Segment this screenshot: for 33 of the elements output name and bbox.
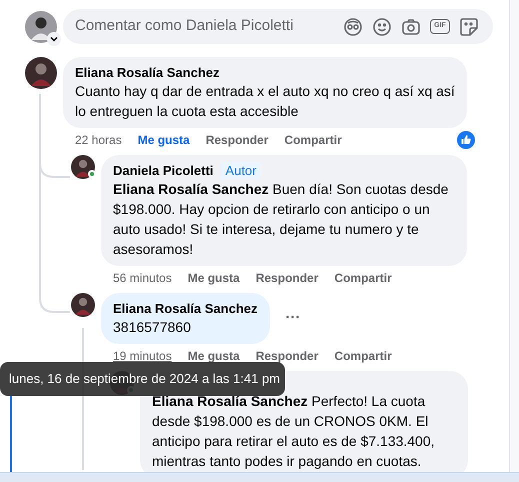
like-button[interactable]: Me gusta — [188, 347, 240, 365]
avatar-icon[interactable] — [25, 10, 57, 42]
emoji-icon[interactable] — [372, 16, 392, 36]
author-link[interactable]: Eliana Rosalía Sanchez — [75, 64, 220, 81]
author-link[interactable]: Daniela Picoletti — [113, 162, 214, 179]
comment-text: 3816577860 — [113, 318, 192, 337]
avatar-icon[interactable] — [71, 155, 95, 179]
comment-text: Eliana Rosalía Sanchez Perfecto! La cuota desde $198.000 es de un CRONOS 0KM. El anticipo para retirar el auto es de $7.133.400, mientras tanto podes ir pagando en cuotas. — [152, 392, 436, 471]
avatar-sticker-icon[interactable] — [343, 16, 363, 36]
more-options-button[interactable]: ··· — [286, 307, 301, 330]
like-button[interactable]: Me gusta — [138, 131, 190, 149]
timestamp-link[interactable]: 19 minutos — [113, 347, 172, 365]
chevron-down-icon[interactable] — [47, 32, 61, 46]
scrollbar[interactable] — [509, 0, 519, 472]
share-button[interactable]: Compartir — [284, 131, 342, 149]
sticker-icon[interactable] — [459, 16, 479, 36]
camera-icon[interactable] — [401, 16, 421, 36]
avatar-icon[interactable] — [71, 293, 95, 317]
tooltip-text: lunes, 16 de septiembre de 2024 a las 1:41 pm — [9, 370, 280, 388]
comment-text: Eliana Rosalía Sanchez Buen día! Son cuotas desde $198.000. Hay opcion de retirarlo con anticipo o un auto usado! Si te interesa, dejame tu numero y te asesoramos! — [113, 180, 450, 259]
like-reaction-icon[interactable] — [457, 131, 475, 149]
author-badge: Autor — [221, 162, 260, 179]
author-link[interactable]: Eliana Rosalía Sanchez — [113, 300, 258, 317]
reply-button[interactable]: Responder — [256, 347, 318, 365]
comment-text: Cuanto hay q dar de entrada x el auto xq no creo q así xq así lo entreguen la cuota esta accesible — [75, 82, 455, 121]
reply-button[interactable]: Responder — [256, 269, 318, 287]
share-button[interactable]: Compartir — [334, 347, 392, 365]
timestamp-link[interactable]: 22 horas — [75, 131, 122, 149]
timestamp-link[interactable]: 56 minutos — [113, 269, 172, 287]
reply-button[interactable]: Responder — [206, 131, 268, 149]
like-button[interactable]: Me gusta — [188, 269, 240, 287]
avatar-icon[interactable] — [25, 57, 57, 89]
share-button[interactable]: Compartir — [334, 269, 392, 287]
